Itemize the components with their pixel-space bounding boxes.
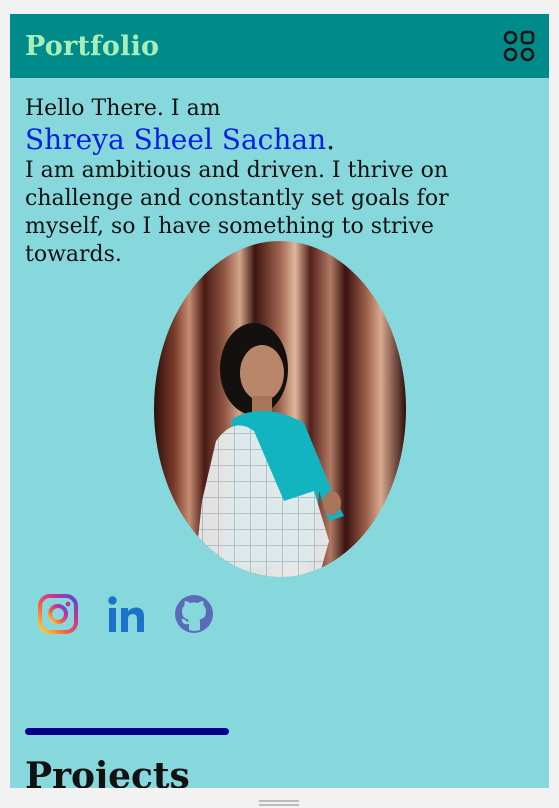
github-icon[interactable] — [174, 594, 214, 634]
linkedin-icon[interactable] — [106, 594, 146, 634]
name-text: Shreya Sheel Sachan — [25, 123, 327, 156]
name-suffix: . — [326, 123, 336, 156]
navbar: Portfolio — [10, 14, 549, 78]
brand-logo[interactable]: Portfolio — [25, 31, 159, 62]
projects-heading: Projects — [25, 755, 190, 788]
grid-icon[interactable] — [503, 30, 535, 62]
profile-photo — [154, 241, 406, 577]
scroll-handle[interactable] — [259, 800, 299, 806]
page-viewport: Portfolio Hello There. I am Shreya Sheel… — [10, 14, 549, 788]
instagram-icon[interactable] — [38, 594, 78, 634]
social-links — [38, 594, 214, 634]
name-heading: Shreya Sheel Sachan. — [25, 123, 534, 157]
greeting-text: Hello There. I am — [25, 96, 221, 121]
section-divider — [25, 728, 229, 735]
